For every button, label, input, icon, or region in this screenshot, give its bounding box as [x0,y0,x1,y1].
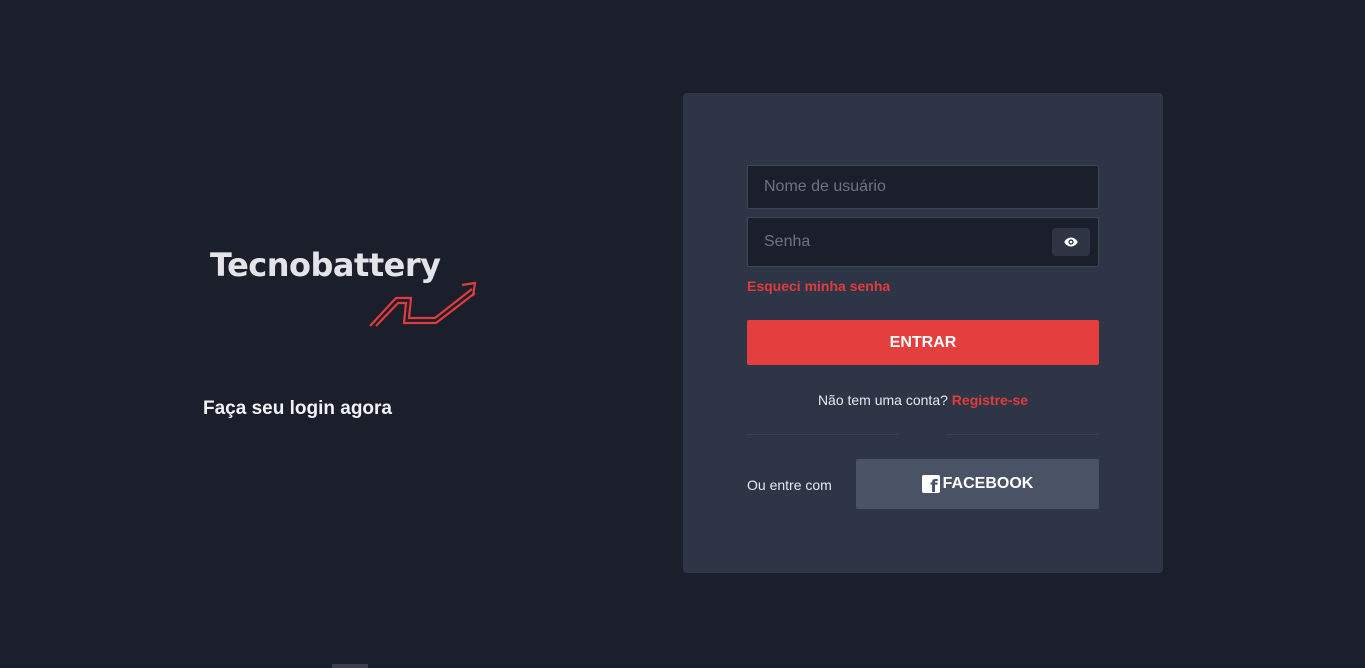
divider [747,434,899,435]
facebook-button-label: FACEBOOK [942,475,1034,492]
show-password-button[interactable] [1052,228,1090,256]
forgot-password-link[interactable]: Esqueci minha senha [747,278,890,294]
facebook-icon: f [921,475,940,493]
eye-icon [1064,237,1078,247]
divider [947,434,1099,435]
brand-panel: Tecnobattery Faça seu login agora [0,0,683,668]
facebook-login-button[interactable]: f FACEBOOK [856,459,1099,509]
bottom-strip [0,664,1365,668]
login-card: Esqueci minha senha ENTRAR Não tem uma c… [683,93,1163,573]
login-tagline: Faça seu login agora [203,398,392,419]
bottom-mark [332,664,368,668]
social-login-label: Ou entre com [747,477,832,493]
register-link[interactable]: Registre-se [952,392,1028,408]
login-button[interactable]: ENTRAR [747,320,1099,365]
password-input[interactable] [748,218,1098,266]
register-row: Não tem uma conta? Registre-se [747,392,1099,408]
password-field[interactable] [747,217,1099,267]
logo-zigzag-arrow-icon [369,281,477,327]
logo: Tecnobattery [208,244,488,334]
no-account-text: Não tem uma conta? [817,392,948,408]
username-field[interactable] [747,165,1099,209]
username-input[interactable] [748,166,1098,208]
logo-text: Tecnobattery [210,246,441,284]
